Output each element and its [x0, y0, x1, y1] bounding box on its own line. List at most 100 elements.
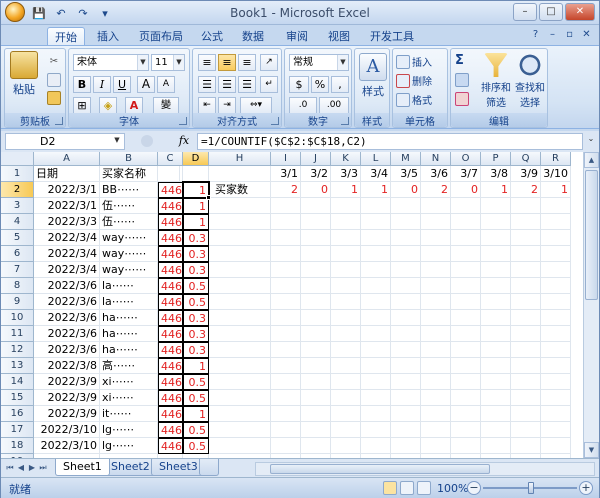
prev-sheet-icon[interactable]: ◀ [16, 462, 26, 474]
grid-cell[interactable] [421, 310, 451, 326]
grid-cell[interactable] [511, 342, 541, 358]
grid-cell[interactable] [271, 198, 301, 214]
grid-cell[interactable] [421, 342, 451, 358]
summary-count-cell[interactable]: 1 [331, 182, 361, 198]
grid-cell[interactable] [421, 374, 451, 390]
grid-cell[interactable] [511, 198, 541, 214]
grid-cell[interactable] [451, 342, 481, 358]
first-sheet-icon[interactable]: ⏮ [5, 462, 15, 474]
font-size-combo[interactable]: 11 ▼ [151, 54, 185, 71]
zoom-in-button[interactable]: + [579, 481, 593, 495]
column-header-n[interactable]: N [421, 152, 451, 166]
format-cells-button[interactable]: 格式 [396, 92, 432, 107]
grid-cell[interactable] [271, 406, 301, 422]
grid-cell[interactable] [391, 358, 421, 374]
grid-cell[interactable] [331, 198, 361, 214]
grid-cell[interactable] [541, 198, 571, 214]
summary-count-cell[interactable]: 2 [421, 182, 451, 198]
date-cell[interactable]: 2022/3/4 [34, 262, 100, 278]
summary-date-header[interactable]: 3/9 [511, 166, 541, 182]
worksheet-grid[interactable]: ABCDHIJKLMNOPQR 1 2 3 4 5 6 7 8 9 10 11 12 13 14 15 16 1… [1, 152, 583, 458]
header-buyer-name[interactable]: 买家名称 [100, 166, 180, 182]
normal-view-icon[interactable] [383, 481, 397, 495]
grid-cell[interactable] [511, 262, 541, 278]
comma-button[interactable]: , [331, 76, 349, 93]
grid-cell[interactable] [421, 438, 451, 454]
horizontal-scroll-thumb[interactable] [270, 464, 490, 474]
buyer-name-cell[interactable]: it⋯⋯ [100, 406, 158, 422]
grid-cell[interactable] [421, 406, 451, 422]
grid-cell[interactable] [271, 342, 301, 358]
close-button[interactable]: ✕ [565, 3, 595, 21]
summary-date-header[interactable]: 3/2 [301, 166, 331, 182]
grid-cell[interactable] [391, 326, 421, 342]
grid-cell[interactable] [451, 278, 481, 294]
column-header-l[interactable]: L [361, 152, 391, 166]
buyer-name-cell[interactable]: lg⋯⋯ [100, 422, 158, 438]
find-select-button[interactable]: 查找和 选择 [513, 53, 547, 109]
summary-count-cell[interactable]: 2 [511, 182, 541, 198]
zoom-level[interactable]: 100% [437, 482, 468, 495]
insert-function-button[interactable]: fx [173, 134, 195, 149]
grid-cell[interactable] [271, 310, 301, 326]
grid-cell[interactable] [271, 358, 301, 374]
grid-cell[interactable] [511, 358, 541, 374]
column-header-m[interactable]: M [391, 152, 421, 166]
grid-cell[interactable] [541, 278, 571, 294]
last-sheet-icon[interactable]: ⏭ [38, 462, 48, 474]
grid-cell[interactable] [209, 438, 271, 454]
grid-cell[interactable] [511, 422, 541, 438]
row-header-1[interactable]: 1 [1, 166, 34, 182]
helper-id-cell[interactable]: 4463 [158, 438, 183, 454]
grid-cell[interactable] [271, 278, 301, 294]
grid-cell[interactable] [541, 214, 571, 230]
row-header-8[interactable]: 8 [1, 278, 34, 294]
helper-weight-cell[interactable]: 1 [183, 198, 209, 214]
grid-cell[interactable] [361, 358, 391, 374]
row-header-4[interactable]: 4 [1, 214, 34, 230]
grid-cell[interactable] [361, 406, 391, 422]
buyer-name-cell[interactable]: la⋯⋯ [100, 294, 158, 310]
grid-cell[interactable] [271, 214, 301, 230]
bold-button[interactable]: B [73, 76, 91, 93]
row-header-3[interactable]: 3 [1, 198, 34, 214]
grid-cell[interactable] [361, 310, 391, 326]
helper-weight-cell[interactable]: 0.3 [183, 246, 209, 262]
buyer-name-cell[interactable]: way⋯⋯ [100, 230, 158, 246]
buyer-name-cell[interactable]: way⋯⋯ [100, 262, 158, 278]
grid-cell[interactable] [541, 230, 571, 246]
column-header-d[interactable]: D [183, 152, 209, 166]
grid-cell[interactable] [209, 422, 271, 438]
summary-count-cell[interactable]: 0 [391, 182, 421, 198]
grid-cell[interactable] [421, 390, 451, 406]
grid-cell[interactable] [209, 214, 271, 230]
grid-cell[interactable] [481, 198, 511, 214]
summary-date-header[interactable]: 3/5 [391, 166, 421, 182]
helper-weight-cell[interactable]: 0.5 [183, 374, 209, 390]
copy-icon[interactable] [47, 73, 61, 87]
minimize-button[interactable]: – [513, 3, 537, 21]
clear-button[interactable] [455, 92, 469, 106]
grid-cell[interactable] [451, 406, 481, 422]
grid-cell[interactable] [209, 406, 271, 422]
cut-icon[interactable]: ✂ [47, 55, 61, 69]
helper-weight-cell[interactable]: 1 [183, 406, 209, 422]
buyer-name-cell[interactable]: 伍⋯⋯ [100, 214, 158, 230]
buyer-name-cell[interactable]: 伍⋯⋯ [100, 198, 158, 214]
grid-cell[interactable] [421, 294, 451, 310]
grid-cell[interactable] [301, 278, 331, 294]
buyer-count-label[interactable]: 买家数 [209, 182, 271, 198]
date-cell[interactable]: 2022/3/9 [34, 406, 100, 422]
grid-cell[interactable] [331, 390, 361, 406]
font-launcher-icon[interactable] [179, 117, 187, 125]
grid-cell[interactable] [541, 326, 571, 342]
grid-cell[interactable] [391, 438, 421, 454]
date-cell[interactable]: 2022/3/6 [34, 310, 100, 326]
vertical-scrollbar[interactable]: ▲ ▼ [583, 152, 599, 458]
tab-review[interactable]: 审阅 [279, 27, 315, 46]
summary-count-cell[interactable]: 0 [301, 182, 331, 198]
buyer-name-cell[interactable]: BB⋯⋯ [100, 182, 158, 198]
grid-cell[interactable] [451, 198, 481, 214]
buyer-name-cell[interactable]: xi⋯⋯ [100, 390, 158, 406]
zoom-out-button[interactable]: − [467, 481, 481, 495]
